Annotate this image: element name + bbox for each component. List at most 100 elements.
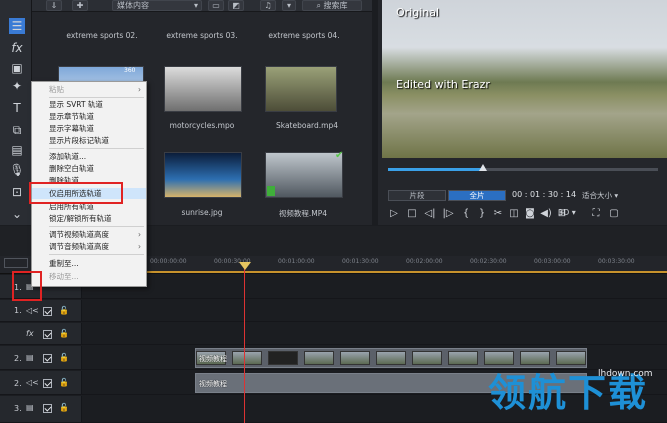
submenu-arrow-icon: › [138,230,141,239]
fullscreen-icon[interactable]: ⛶ [590,208,602,220]
camera-icon[interactable]: ◙ [524,208,536,220]
playhead-line[interactable] [244,262,245,423]
import-icon[interactable]: ⇓ [46,0,62,11]
menu-item-show-subtitle[interactable]: 显示字幕轨道 [32,123,146,134]
title-room-icon[interactable]: T [9,100,25,116]
library-search[interactable]: ⌕ 搜索库 [302,0,362,11]
pip-room-icon[interactable]: ▣ [9,60,25,76]
view-photo-icon[interactable]: ◩ [228,0,244,11]
preview-video: Original Edited with Erazr [382,0,667,158]
track-audio-1: 1. ◁< 🔓 [0,300,667,322]
fit-value: 适合大小 [582,191,612,200]
track-number: 2. [14,354,22,363]
volume-icon[interactable]: ◀) [540,208,552,220]
media-filter-dropdown[interactable]: 媒体内容 ▾ [112,0,202,11]
track-enable-checkbox[interactable] [43,354,52,363]
fx-track-icon: fx [26,329,34,338]
360-badge: 360 [124,67,136,74]
split-icon[interactable]: ✂ [492,208,504,220]
prev-frame-icon[interactable]: ◁| [424,208,436,220]
lock-icon[interactable]: 🔓 [59,378,69,387]
menu-label: 调节音频轨道高度 [49,242,109,251]
track-enable-checkbox[interactable] [43,307,52,316]
lock-icon[interactable]: 🔓 [59,353,69,362]
track-fx: fx 🔓 [0,323,667,345]
lock-icon[interactable]: 🔓 [59,306,69,315]
library-toolbar: ⇓ ✚ 媒体内容 ▾ ▭ ◩ ♫ ▾ ⌕ 搜索库 [32,0,372,12]
menu-item-show-markers[interactable]: 显示片段标记轨道 [32,135,146,146]
menu-item-show-svrt[interactable]: 显示 SVRT 轨道 [32,99,146,110]
collapse-icon[interactable]: ⌄ [9,206,25,222]
menu-separator [49,254,144,255]
menu-item-lock-unlock-all[interactable]: 锁定/解锁所有轨道 [32,213,146,224]
maximize-icon[interactable]: ▢ [608,208,620,220]
track-header[interactable]: fx 🔓 [0,323,82,344]
lock-icon[interactable]: 🔓 [59,329,69,338]
seek-handle[interactable] [478,164,487,171]
menu-label: 调节视频轨道高度 [49,230,109,239]
menu-item-copy-to[interactable]: 重制至... [32,258,146,269]
tick-label: 00:02:30:00 [470,258,507,265]
work-area-bar[interactable] [147,271,667,273]
menu-item-add-track[interactable]: 添加轨道... [32,151,146,162]
track-enable-checkbox[interactable] [43,330,52,339]
menu-item-paste[interactable]: 粘贴 › [32,84,146,95]
media-caption: 视频教程.MP4 [278,209,328,218]
preview-panel: Original Edited with Erazr 片段 全片 00 : 01… [378,0,667,225]
transition-room-icon[interactable]: ⧉ [9,122,25,138]
track-header[interactable]: 3. ▤ 🔓 [0,396,82,422]
lock-icon[interactable]: 🔓 [59,403,69,412]
track-header[interactable]: 1. ◁< 🔓 [0,300,82,321]
fit-dropdown[interactable]: 适合大小 ▾ [582,190,618,201]
play-icon[interactable]: ▷ [388,208,400,220]
subtitle-room-icon[interactable]: ▤ [9,142,25,158]
video-file-icon [267,186,275,196]
plugin-icon[interactable]: ✚ [72,0,88,11]
track-enable-checkbox[interactable] [43,404,52,413]
movie-mode-button[interactable]: 全片 [448,190,506,201]
mark-out-icon[interactable]: } [476,208,488,220]
clip-frame [232,351,262,365]
tick-label: 00:02:00:00 [406,258,443,265]
track-manager-icon[interactable] [4,258,28,268]
more-icon[interactable]: ▾ [282,0,296,11]
menu-item-remove-empty[interactable]: 删除空白轨道 [32,163,146,174]
watermark-url: lhdown.com [598,369,653,379]
menu-item-video-height[interactable]: 调节视频轨道高度 › [32,229,146,240]
video-overlay-top: Original [396,6,440,19]
submenu-arrow-icon: › [138,242,141,251]
mark-in-icon[interactable]: { [460,208,472,220]
audio-track-icon: ◁< [26,378,39,387]
snapshot-icon[interactable]: ◫ [508,208,520,220]
menu-item-show-chapter[interactable]: 显示章节轨道 [32,111,146,122]
next-frame-icon[interactable]: |▷ [442,208,454,220]
highlight-box [29,182,123,204]
track-number: 3. [14,404,22,413]
clip-mode-button[interactable]: 片段 [388,190,446,201]
fx-room-icon[interactable]: fx [9,40,25,56]
video-track-icon: ▤ [26,353,34,362]
chapter-room-icon[interactable]: ⊡ [9,184,25,200]
menu-separator [49,148,144,149]
seek-bar[interactable] [388,164,658,171]
track-enable-checkbox[interactable] [43,379,52,388]
voice-record-icon[interactable]: 🎙 [9,162,25,178]
view-video-icon[interactable]: ▭ [208,0,224,11]
track-header[interactable]: 2. ◁< 🔓 [0,371,82,394]
menu-item-move-to[interactable]: 移动至... [32,271,146,282]
3d-toggle[interactable]: 3D ▾ [558,208,576,217]
track-header[interactable]: 2. ▤ 🔓 [0,346,82,369]
stop-icon[interactable]: □ [406,208,418,220]
menu-item-audio-height[interactable]: 调节音频轨道高度 › [32,241,146,252]
media-thumbnail [164,66,242,112]
view-audio-icon[interactable]: ♫ [260,0,276,11]
chevron-down-icon: ▾ [193,1,198,10]
clip-label: 视频教程 [199,380,227,388]
app-window: ☰ fx ▣ ✦ T ⧉ ▤ 🎙 ⊡ ⌄ ⇓ ✚ 媒体内容 ▾ ▭ ◩ ♫ ▾ ⌕… [0,0,667,423]
media-caption: extreme sports 03. [166,31,238,40]
media-room-icon[interactable]: ☰ [9,18,25,34]
particle-room-icon[interactable]: ✦ [9,78,25,94]
search-icon: ⌕ [316,1,321,10]
timecode[interactable]: 00 : 01 : 30 : 14 [512,190,576,199]
media-caption: Skateboard.mp4 [275,121,338,130]
